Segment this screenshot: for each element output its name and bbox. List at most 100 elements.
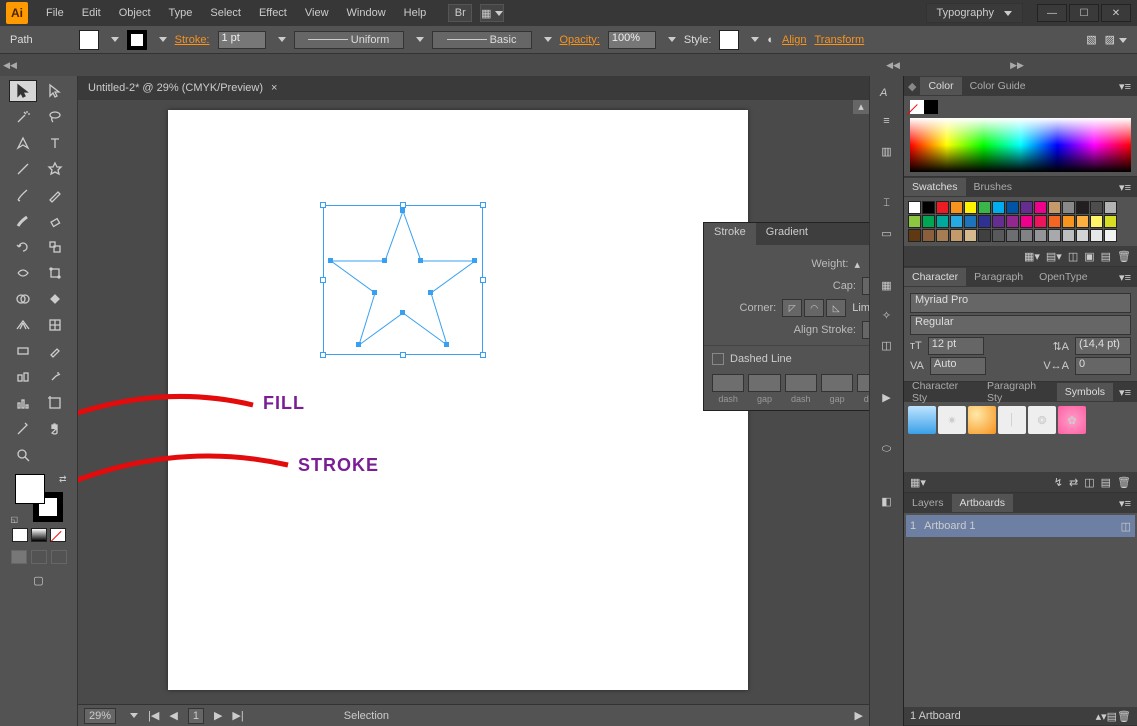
swatch-cell[interactable] xyxy=(964,229,977,242)
symbol-4[interactable]: │ xyxy=(998,406,1026,434)
swatch-cell[interactable] xyxy=(1104,215,1117,228)
new-symbol-icon[interactable]: ▤ xyxy=(1101,476,1111,489)
swatch-cell[interactable] xyxy=(1062,201,1075,214)
swatch-cell[interactable] xyxy=(1020,229,1033,242)
free-transform-tool[interactable] xyxy=(41,262,69,284)
arrange-docs-button[interactable]: ▦ xyxy=(480,4,504,22)
default-fill-stroke-icon[interactable]: ◱ xyxy=(11,515,19,524)
symbol-1[interactable] xyxy=(908,406,936,434)
artboards-panel-menu-icon[interactable]: ▾≡ xyxy=(1113,495,1137,512)
corner-bevel[interactable]: ◺ xyxy=(826,299,846,317)
dock-pathfinder-icon[interactable]: ◫ xyxy=(876,334,898,356)
panels-collapse[interactable]: ▶▶ xyxy=(903,59,1137,71)
menu-window[interactable]: Window xyxy=(339,3,394,23)
new-swatch-icon[interactable]: ▤ xyxy=(1101,250,1111,263)
menu-select[interactable]: Select xyxy=(202,3,249,23)
swatch-cell[interactable] xyxy=(908,229,921,242)
corner-round[interactable]: ◠ xyxy=(804,299,824,317)
canvas[interactable]: FILL STROKE Stroke Gradient ▸▸ ▾≡ xyxy=(78,100,869,726)
swatch-cell[interactable] xyxy=(964,201,977,214)
fill-box[interactable] xyxy=(15,474,45,504)
swatch-cell[interactable] xyxy=(1076,201,1089,214)
swatch-cell[interactable] xyxy=(922,201,935,214)
new-color-group-icon[interactable]: ▣ xyxy=(1084,250,1094,263)
delete-artboard-icon[interactable]: 🗑 xyxy=(1117,710,1131,723)
font-size-field[interactable]: 12 pt xyxy=(928,337,984,355)
artboard-options-icon[interactable]: ◫ xyxy=(1121,520,1131,533)
opacity-label[interactable]: Opacity: xyxy=(560,34,600,46)
symbol-options-icon[interactable]: ◫ xyxy=(1084,476,1094,489)
swatch-cell[interactable] xyxy=(1076,215,1089,228)
line-tool[interactable] xyxy=(9,158,37,180)
tools-collapse[interactable]: ◀◀ xyxy=(0,59,20,71)
delete-swatch-icon[interactable]: 🗑 xyxy=(1117,250,1131,263)
scale-tool[interactable] xyxy=(41,236,69,258)
artboard-tool[interactable] xyxy=(41,392,69,414)
swatch-grid[interactable] xyxy=(906,199,1135,244)
dock-glyphs-icon[interactable]: ⌶ xyxy=(876,192,898,214)
swatch-cell[interactable] xyxy=(1006,201,1019,214)
artboard-row[interactable]: 1 Artboard 1 ◫ xyxy=(906,515,1135,537)
break-link-icon[interactable]: ⇄ xyxy=(1069,476,1078,489)
eyedropper-tool[interactable] xyxy=(41,340,69,362)
pen-tool[interactable] xyxy=(9,132,37,154)
swatch-cell[interactable] xyxy=(1062,215,1075,228)
select-similar-icon[interactable]: ▨ xyxy=(1105,33,1127,46)
slice-tool[interactable] xyxy=(9,418,37,440)
swatch-cell[interactable] xyxy=(936,229,949,242)
swatch-cell[interactable] xyxy=(964,215,977,228)
swatch-cell[interactable] xyxy=(1090,229,1103,242)
leading-field[interactable]: (14,4 pt) xyxy=(1075,337,1131,355)
menu-view[interactable]: View xyxy=(297,3,337,23)
width-tool[interactable] xyxy=(9,262,37,284)
swatch-kind-icon[interactable]: ▤▾ xyxy=(1046,250,1062,263)
swatch-cell[interactable] xyxy=(950,215,963,228)
stroke-panel-tab-gradient[interactable]: Gradient xyxy=(756,223,818,245)
blob-brush-tool[interactable] xyxy=(9,210,37,232)
zoom-field[interactable]: 29% xyxy=(84,708,116,724)
delete-symbol-icon[interactable]: 🗑 xyxy=(1117,476,1131,489)
swatch-cell[interactable] xyxy=(1020,215,1033,228)
tab-brushes[interactable]: Brushes xyxy=(966,178,1021,196)
screen-mode-button[interactable]: ▢ xyxy=(33,574,43,587)
dockstrip-collapse[interactable]: ◀◀ xyxy=(883,59,903,71)
opacity-field[interactable]: 100% xyxy=(608,31,656,49)
swatch-cell[interactable] xyxy=(1104,229,1117,242)
align-link[interactable]: Align xyxy=(782,34,806,46)
corner-miter[interactable]: ◸ xyxy=(782,299,802,317)
black-swatch[interactable] xyxy=(924,100,938,114)
tab-color[interactable]: Color xyxy=(920,77,961,95)
tab-para-styles[interactable]: Paragraph Sty xyxy=(979,377,1057,407)
nav-last-icon[interactable]: ▶| xyxy=(232,709,243,722)
swatch-cell[interactable] xyxy=(922,229,935,242)
blend-tool[interactable] xyxy=(9,366,37,388)
weight-step-up[interactable]: ▴ xyxy=(854,258,866,271)
gap-2[interactable] xyxy=(821,374,853,392)
symbol-libraries-icon[interactable]: ▦▾ xyxy=(910,476,926,489)
live-paint-tool[interactable] xyxy=(41,288,69,310)
gap-1[interactable] xyxy=(748,374,780,392)
swatch-cell[interactable] xyxy=(950,229,963,242)
stroke-brush[interactable]: Basic xyxy=(432,31,532,49)
stroke-swatch[interactable] xyxy=(127,30,147,50)
dock-character-icon[interactable]: A xyxy=(876,80,898,102)
menu-effect[interactable]: Effect xyxy=(251,3,295,23)
swatch-cell[interactable] xyxy=(1090,215,1103,228)
dock-stroke-icon[interactable]: ▭ xyxy=(876,222,898,244)
swatch-cell[interactable] xyxy=(1034,201,1047,214)
new-artboard-icon[interactable]: ▤ xyxy=(1107,710,1117,723)
menu-edit[interactable]: Edit xyxy=(74,3,109,23)
swatch-cell[interactable] xyxy=(992,229,1005,242)
draw-inside[interactable] xyxy=(51,550,67,564)
hand-tool[interactable] xyxy=(41,418,69,440)
status-menu-icon[interactable]: ▶ xyxy=(855,709,863,722)
fill-stroke-control[interactable]: ⇄ ◱ xyxy=(15,474,63,522)
swatch-cell[interactable] xyxy=(1006,215,1019,228)
swatch-libraries-icon[interactable]: ▦▾ xyxy=(1024,250,1040,263)
magic-wand-tool[interactable] xyxy=(9,106,37,128)
place-symbol-icon[interactable]: ↯ xyxy=(1054,476,1063,489)
tab-paragraph-2[interactable]: Paragraph xyxy=(966,268,1031,286)
recolor-artwork-icon[interactable]: ◐ xyxy=(767,34,774,46)
selected-star-object[interactable] xyxy=(323,205,483,355)
symbol-3[interactable] xyxy=(968,406,996,434)
